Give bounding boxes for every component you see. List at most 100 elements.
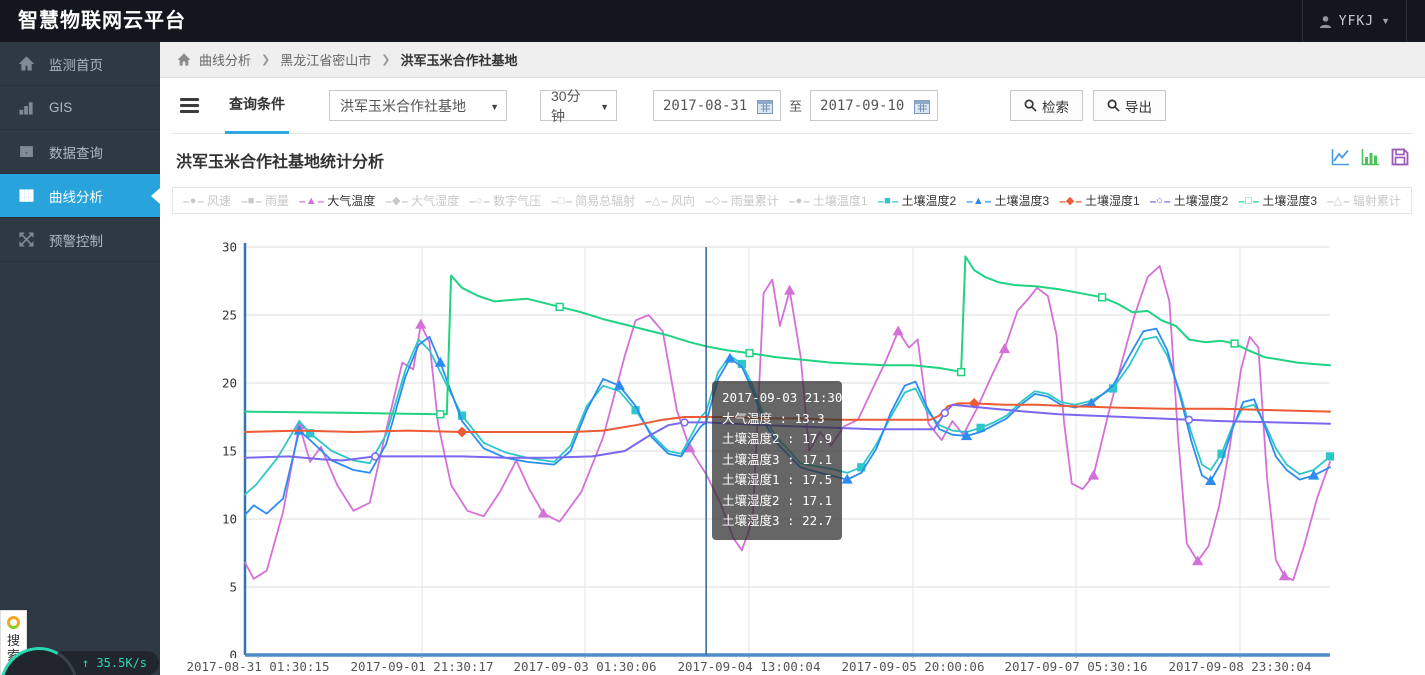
x-axis-label: 2017-09-04 13:00:04 bbox=[677, 659, 821, 674]
username: YFKJ bbox=[1338, 13, 1375, 29]
tab-query-conditions[interactable]: 查询条件 bbox=[225, 78, 289, 134]
legend-item-数字气压[interactable]: – ○ – 数字气压 bbox=[469, 192, 541, 209]
breadcrumb-item[interactable]: 曲线分析 bbox=[199, 50, 251, 69]
sidebar-item-label: 预警控制 bbox=[49, 233, 103, 249]
legend-label: 大气温度 bbox=[327, 194, 376, 208]
legend-item-土壤温度1[interactable]: – ● – 土壤温度1 bbox=[789, 192, 868, 209]
x-axis-labels: 2017-08-31 01:30:15 2017-09-01 21:30:17 20… bbox=[160, 659, 1345, 675]
legend-line: – bbox=[1326, 193, 1334, 208]
legend-marker-icon: ◆ bbox=[1065, 195, 1075, 207]
export-button-label: 导出 bbox=[1125, 99, 1153, 115]
legend-item-风向[interactable]: – △ – 风向 bbox=[645, 192, 695, 209]
sidebar-item-gis[interactable]: GIS bbox=[0, 86, 160, 130]
legend-line: – bbox=[183, 193, 190, 208]
search-button-label: 检索 bbox=[1042, 99, 1070, 115]
legend-item-大气温度[interactable]: – ▲ – 大气温度 bbox=[299, 192, 375, 209]
sidebar-item-curve-analysis[interactable]: 曲线分析 bbox=[0, 174, 160, 218]
station-select-value: 洪军玉米合作社基地 bbox=[340, 97, 466, 114]
legend-line: – bbox=[1252, 193, 1260, 208]
legend-line: – bbox=[1059, 193, 1066, 208]
interval-select-value: 30分钟 bbox=[551, 87, 581, 124]
legend-label: 数字气压 bbox=[493, 194, 542, 208]
user-icon bbox=[1319, 15, 1331, 28]
legend-line: – bbox=[469, 193, 476, 208]
legend-item-雨量累计[interactable]: – ◇ – 雨量累计 bbox=[705, 192, 779, 209]
legend-line: – bbox=[197, 193, 204, 208]
query-toolbar: 查询条件 洪军玉米合作社基地 ▼ 30分钟 ▼ 2017-08-31 至 201… bbox=[160, 78, 1425, 134]
menu-toggle-icon[interactable] bbox=[180, 95, 199, 116]
legend-line: – bbox=[1075, 193, 1082, 208]
legend-marker-icon: ● bbox=[795, 194, 803, 207]
export-button[interactable]: 导出 bbox=[1093, 90, 1167, 121]
legend-label: 土壤湿度1 bbox=[1084, 194, 1140, 208]
legend-item-风速[interactable]: – ● – 风速 bbox=[183, 192, 231, 209]
svg-text:10: 10 bbox=[222, 512, 237, 527]
legend-item-简易总辐射[interactable]: – □ – 简易总辐射 bbox=[551, 192, 635, 209]
legend-line: – bbox=[645, 193, 652, 208]
save-icon[interactable] bbox=[1391, 148, 1409, 171]
date-to-input[interactable]: 2017-09-10 bbox=[810, 90, 939, 121]
svg-text:25: 25 bbox=[222, 308, 237, 323]
sidebar-item-alert-control[interactable]: 预警控制 bbox=[0, 218, 160, 262]
legend-line: – bbox=[704, 193, 712, 208]
x-axis-label: 2017-09-08 23:30:04 bbox=[1168, 659, 1312, 674]
app-title: 智慧物联网云平台 bbox=[18, 10, 186, 32]
calendar-icon bbox=[757, 100, 773, 114]
sidebar-item-label: GIS bbox=[49, 100, 73, 115]
legend-line: – bbox=[241, 193, 248, 208]
series-土壤温度2 bbox=[244, 335, 1331, 496]
station-select[interactable]: 洪军玉米合作社基地 ▼ bbox=[329, 90, 507, 121]
legend-line: – bbox=[299, 193, 306, 208]
chart-legend: – ● – 风速 – ■ – 雨量 – ▲ – 大气温度 – ◆ – 大气湿度 – ○ – 数字气压 – □ – 简易总辐射 –… bbox=[172, 187, 1412, 214]
sidebar-item-label: 曲线分析 bbox=[49, 189, 103, 205]
user-menu[interactable]: YFKJ ▼ bbox=[1301, 0, 1407, 42]
legend-marker-icon: ▲ bbox=[972, 194, 984, 207]
grid-icon bbox=[19, 189, 34, 202]
chart-actions bbox=[1331, 148, 1409, 171]
legend-line: – bbox=[877, 193, 884, 208]
legend-marker-icon: ◇ bbox=[711, 195, 721, 207]
chevron-down-icon: ▼ bbox=[600, 102, 609, 112]
sidebar-item-monitor-home[interactable]: 监测首页 bbox=[0, 42, 160, 86]
legend-label: 雨量累计 bbox=[730, 194, 779, 208]
inbox-icon bbox=[20, 146, 33, 157]
bar-chart-icon[interactable] bbox=[1361, 148, 1380, 171]
breadcrumb: 曲线分析 ❯ 黑龙江省密山市 ❯ 洪军玉米合作社基地 bbox=[160, 42, 1425, 78]
legend-item-土壤温度3[interactable]: – ▲ – 土壤温度3 bbox=[966, 192, 1049, 209]
legend-item-土壤温度2[interactable]: – ■ – 土壤温度2 bbox=[877, 192, 956, 209]
signal-bars-icon bbox=[19, 102, 33, 115]
x-axis-label: 2017-09-07 05:30:16 bbox=[1004, 659, 1148, 674]
legend-item-土壤湿度1[interactable]: – ◆ – 土壤湿度1 bbox=[1059, 192, 1140, 209]
legend-line: – bbox=[401, 193, 408, 208]
search-icon bbox=[1024, 99, 1037, 112]
home-icon bbox=[19, 56, 34, 71]
chevron-down-icon: ▼ bbox=[1381, 16, 1390, 26]
svg-text:5: 5 bbox=[229, 580, 237, 595]
legend-item-土壤湿度2[interactable]: – ○ – 土壤湿度2 bbox=[1150, 192, 1229, 209]
legend-line: – bbox=[551, 193, 558, 208]
line-chart-icon[interactable] bbox=[1331, 148, 1350, 171]
legend-label: 土壤湿度3 bbox=[1262, 194, 1317, 208]
date-range-to-label: 至 bbox=[789, 99, 803, 114]
legend-item-雨量[interactable]: – ■ – 雨量 bbox=[241, 192, 289, 209]
date-from-input[interactable]: 2017-08-31 bbox=[653, 90, 781, 121]
legend-line: – bbox=[1343, 193, 1350, 208]
date-to-value: 2017-09-10 bbox=[820, 97, 905, 114]
legend-item-辐射累计[interactable]: – △ – 辐射累计 bbox=[1327, 192, 1401, 209]
legend-label: 土壤温度1 bbox=[812, 194, 868, 208]
legend-marker-icon: ● bbox=[189, 194, 197, 207]
legend-label: 风向 bbox=[670, 194, 695, 208]
search-button[interactable]: 检索 bbox=[1010, 90, 1084, 121]
interval-select[interactable]: 30分钟 ▼ bbox=[540, 88, 617, 124]
legend-line: – bbox=[565, 193, 572, 208]
legend-marker-icon: △ bbox=[651, 195, 661, 207]
legend-label: 土壤温度2 bbox=[901, 194, 957, 208]
legend-line: – bbox=[966, 193, 973, 208]
legend-item-大气湿度[interactable]: – ◆ – 大气湿度 bbox=[385, 192, 459, 209]
legend-line: – bbox=[1238, 193, 1245, 208]
legend-item-土壤湿度3[interactable]: – □ – 土壤湿度3 bbox=[1238, 192, 1317, 209]
sidebar-item-data-query[interactable]: 数据查询 bbox=[0, 130, 160, 174]
legend-marker-icon: □ bbox=[557, 194, 565, 207]
line-chart-plot[interactable]: 0 5 10 15 20 25 30 bbox=[160, 234, 1345, 658]
breadcrumb-item[interactable]: 黑龙江省密山市 bbox=[280, 50, 371, 69]
